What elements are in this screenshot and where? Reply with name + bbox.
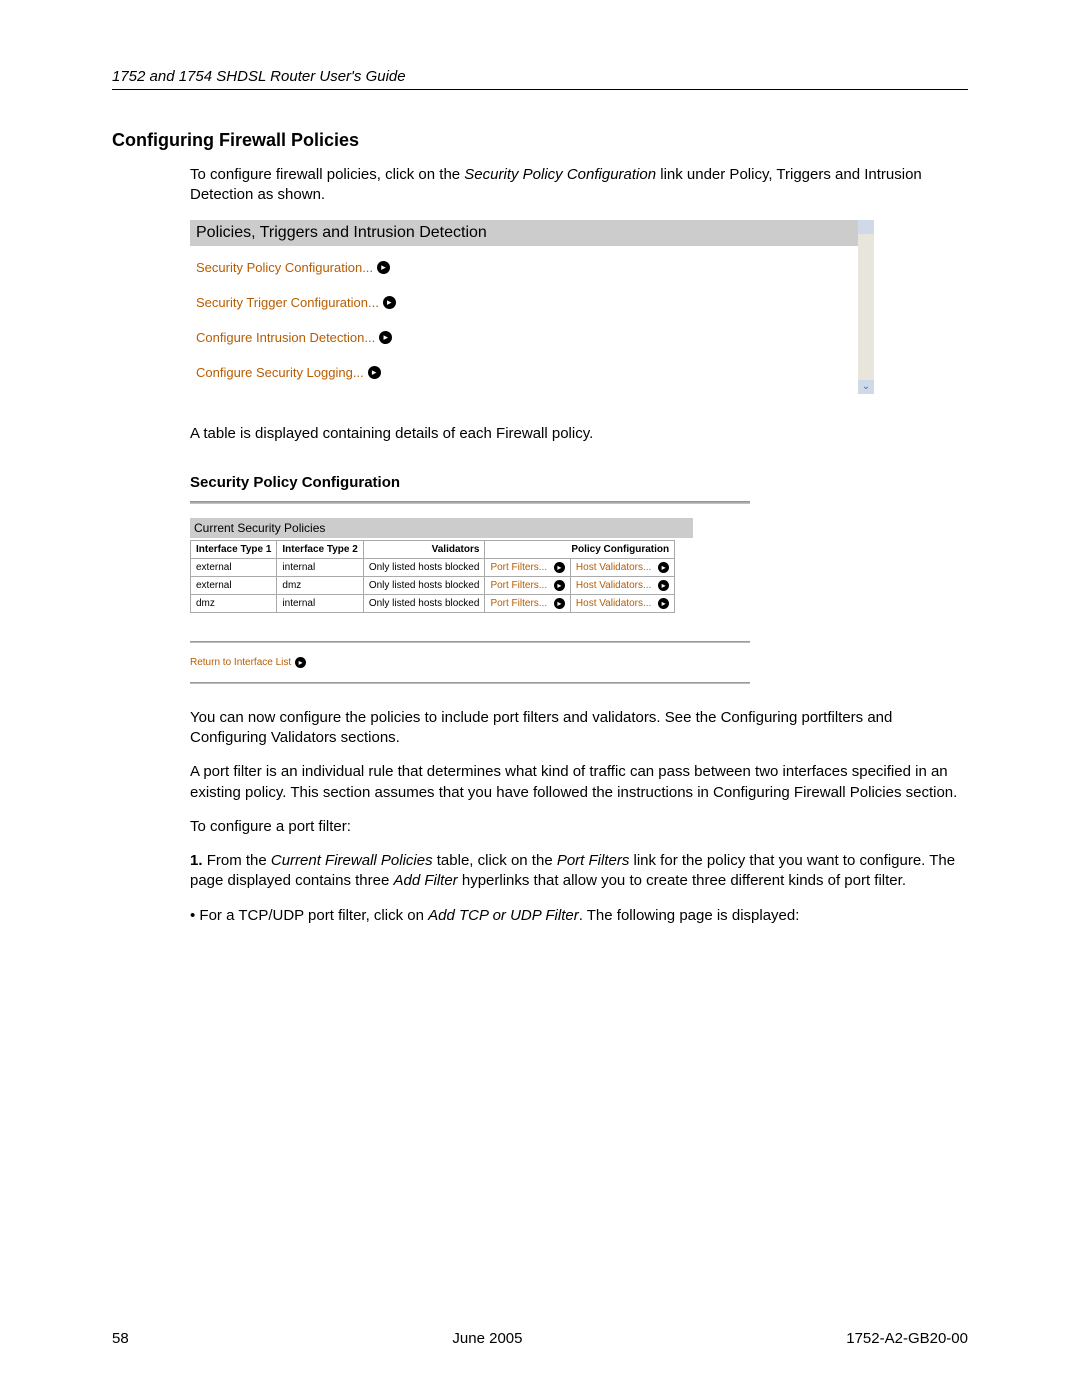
arrow-right-icon: ▸ [383, 296, 396, 309]
divider [190, 501, 750, 504]
bullet: • For a TCP/UDP port filter, click on Ad… [190, 906, 958, 926]
emphasis: Add TCP or UDP Filter [428, 907, 579, 924]
table-header-row: Interface Type 1 Interface Type 2 Valida… [191, 540, 675, 558]
link-label: Port Filters... [490, 562, 547, 573]
arrow-right-icon: ▸ [368, 366, 381, 379]
divider [190, 641, 750, 643]
intro-link-text: Security Policy Configuration [464, 166, 656, 183]
text: • For a TCP/UDP port filter, click on [190, 907, 428, 924]
text: . The following page is displayed: [579, 907, 800, 924]
emphasis: Add Filter [393, 872, 457, 889]
link-label: Security Policy Configuration... [196, 260, 373, 275]
after-panel-text: A table is displayed containing details … [190, 424, 958, 444]
emphasis: Port Filters [557, 852, 630, 869]
host-validators-link[interactable]: Host Validators... ▸ [576, 580, 669, 591]
arrow-right-icon: ▸ [295, 657, 306, 668]
arrow-right-icon: ▸ [554, 580, 565, 591]
emphasis: Current Firewall Policies [271, 852, 433, 869]
cell-port-filters: Port Filters... ▸ [485, 558, 570, 576]
col-policy-config: Policy Configuration [485, 540, 675, 558]
table-row: dmz internal Only listed hosts blocked P… [191, 594, 675, 612]
arrow-right-icon: ▸ [658, 580, 669, 591]
panel2-title: Security Policy Configuration [190, 474, 750, 491]
arrow-right-icon: ▸ [377, 261, 390, 274]
text: table, click on the [433, 852, 557, 869]
cell-if1: external [191, 576, 277, 594]
arrow-right-icon: ▸ [379, 331, 392, 344]
cell-if2: dmz [277, 576, 363, 594]
host-validators-link[interactable]: Host Validators... ▸ [576, 562, 669, 573]
step-number: 1. [190, 852, 207, 869]
link-label: Host Validators... [576, 598, 651, 609]
port-filters-link[interactable]: Port Filters... ▸ [490, 580, 564, 591]
col-interface-type-2: Interface Type 2 [277, 540, 363, 558]
link-label: Host Validators... [576, 580, 651, 591]
col-interface-type-1: Interface Type 1 [191, 540, 277, 558]
arrow-right-icon: ▸ [554, 598, 565, 609]
cell-port-filters: Port Filters... ▸ [485, 594, 570, 612]
step-1: 1. From the Current Firewall Policies ta… [190, 851, 958, 892]
intrusion-detection-link[interactable]: Configure Intrusion Detection... ▸ [196, 330, 856, 345]
cell-if1: dmz [191, 594, 277, 612]
policies-panel-screenshot: ⌄ Policies, Triggers and Intrusion Detec… [190, 220, 862, 394]
cell-if1: external [191, 558, 277, 576]
footer-date: June 2005 [452, 1330, 522, 1347]
running-header: 1752 and 1754 SHDSL Router User's Guide [112, 68, 968, 90]
policies-table: Interface Type 1 Interface Type 2 Valida… [190, 540, 675, 613]
return-to-interface-list-link[interactable]: Return to Interface List ▸ [190, 657, 750, 668]
scroll-up-icon[interactable] [858, 220, 874, 234]
paragraph: You can now configure the policies to in… [190, 708, 958, 749]
cell-host-validators: Host Validators... ▸ [570, 594, 674, 612]
arrow-right-icon: ▸ [554, 562, 565, 573]
link-label: Return to Interface List [190, 657, 291, 668]
scroll-down-icon[interactable]: ⌄ [858, 380, 874, 394]
cell-host-validators: Host Validators... ▸ [570, 558, 674, 576]
cell-if2: internal [277, 594, 363, 612]
port-filters-link[interactable]: Port Filters... ▸ [490, 562, 564, 573]
link-label: Port Filters... [490, 580, 547, 591]
link-label: Host Validators... [576, 562, 651, 573]
security-policy-config-screenshot: Security Policy Configuration Current Se… [190, 474, 750, 684]
scrollbar[interactable]: ⌄ [858, 220, 874, 394]
link-label: Security Trigger Configuration... [196, 295, 379, 310]
panel-title-bar: Policies, Triggers and Intrusion Detecti… [190, 220, 862, 246]
cell-if2: internal [277, 558, 363, 576]
cell-port-filters: Port Filters... ▸ [485, 576, 570, 594]
section-heading: Configuring Firewall Policies [112, 130, 968, 151]
cell-validators: Only listed hosts blocked [363, 558, 485, 576]
panel2-subtitle: Current Security Policies [190, 518, 693, 538]
paragraph: A port filter is an individual rule that… [190, 762, 958, 803]
cell-validators: Only listed hosts blocked [363, 576, 485, 594]
text: hyperlinks that allow you to create thre… [458, 872, 906, 889]
intro-prefix: To configure firewall policies, click on… [190, 166, 464, 183]
host-validators-link[interactable]: Host Validators... ▸ [576, 598, 669, 609]
table-row: external dmz Only listed hosts blocked P… [191, 576, 675, 594]
cell-validators: Only listed hosts blocked [363, 594, 485, 612]
intro-paragraph: To configure firewall policies, click on… [190, 165, 958, 206]
col-validators: Validators [363, 540, 485, 558]
security-policy-config-link[interactable]: Security Policy Configuration... ▸ [196, 260, 856, 275]
link-label: Configure Intrusion Detection... [196, 330, 375, 345]
port-filters-link[interactable]: Port Filters... ▸ [490, 598, 564, 609]
arrow-right-icon: ▸ [658, 562, 669, 573]
text: From the [207, 852, 271, 869]
link-label: Port Filters... [490, 598, 547, 609]
doc-number: 1752-A2-GB20-00 [846, 1330, 968, 1347]
security-trigger-config-link[interactable]: Security Trigger Configuration... ▸ [196, 295, 856, 310]
page-footer: 58 June 2005 1752-A2-GB20-00 [112, 1330, 968, 1347]
divider [190, 682, 750, 684]
table-row: external internal Only listed hosts bloc… [191, 558, 675, 576]
link-label: Configure Security Logging... [196, 365, 364, 380]
arrow-right-icon: ▸ [658, 598, 669, 609]
paragraph: To configure a port filter: [190, 817, 958, 837]
security-logging-link[interactable]: Configure Security Logging... ▸ [196, 365, 856, 380]
page-number: 58 [112, 1330, 129, 1347]
cell-host-validators: Host Validators... ▸ [570, 576, 674, 594]
